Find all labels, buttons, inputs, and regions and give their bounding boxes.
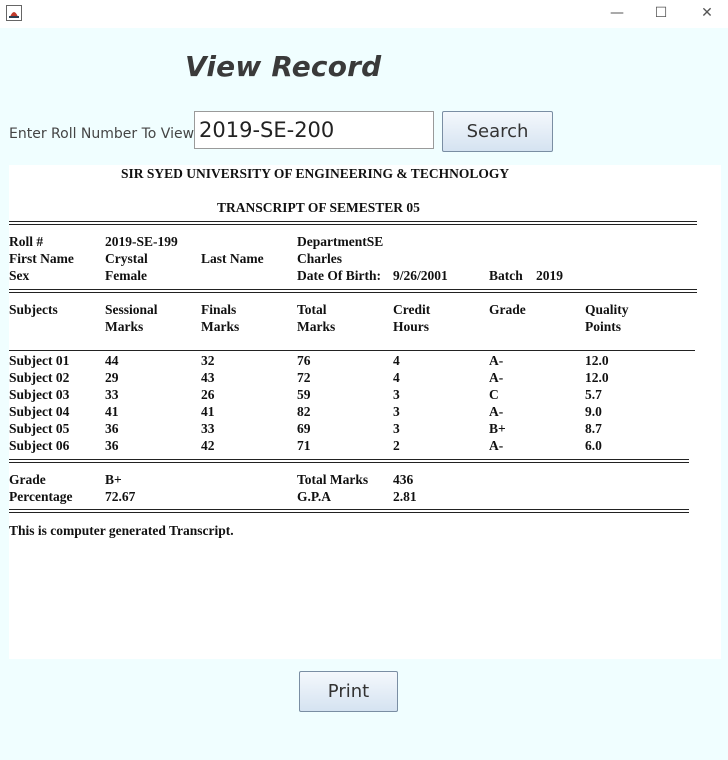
column-header: Quality	[585, 302, 629, 317]
subject-name: Subject 05	[9, 421, 70, 436]
roll-value: 2019-SE-199	[105, 234, 178, 249]
batch-label: Batch	[489, 268, 523, 283]
first-name-value: Crystal	[105, 251, 148, 266]
subject-name: Subject 03	[9, 387, 70, 402]
column-header: Grade	[489, 302, 526, 317]
table-cell: 5.7	[585, 387, 602, 402]
column-header: Total	[297, 302, 327, 317]
last-name-label: Last Name	[201, 251, 264, 266]
column-header: Marks	[201, 319, 240, 334]
table-cell: 3	[393, 387, 400, 402]
title-bar: — ☐ ✕	[0, 0, 728, 28]
divider	[9, 509, 689, 513]
maximize-button[interactable]: ☐	[651, 4, 671, 22]
table-cell: 71	[297, 438, 311, 453]
table-cell: 33	[105, 387, 119, 402]
subject-name: Subject 02	[9, 370, 70, 385]
table-cell: 36	[105, 421, 119, 436]
percentage-value: 72.67	[105, 489, 136, 504]
column-header: Subjects	[9, 302, 58, 317]
table-cell: 3	[393, 404, 400, 419]
column-header: Hours	[393, 319, 430, 334]
table-cell: C	[489, 387, 499, 402]
sex-label: Sex	[9, 268, 30, 283]
batch-value: 2019	[536, 268, 563, 283]
table-cell: 69	[297, 421, 311, 436]
column-header: Marks	[297, 319, 336, 334]
table-cell: A-	[489, 404, 504, 419]
table-cell: 8.7	[585, 421, 602, 436]
close-button[interactable]: ✕	[697, 4, 717, 22]
table-cell: 9.0	[585, 404, 602, 419]
sex-value: Female	[105, 268, 147, 283]
table-cell: 44	[105, 353, 119, 368]
table-cell: 41	[201, 404, 215, 419]
column-header: Credit	[393, 302, 431, 317]
last-name-value: Charles	[297, 251, 342, 266]
table-cell: 72	[297, 370, 311, 385]
table-cell: 76	[297, 353, 311, 368]
table-cell: 6.0	[585, 438, 602, 453]
transcript-panel: SIR SYED UNIVERSITY OF ENGINEERING & TEC…	[9, 165, 721, 659]
column-header: Marks	[105, 319, 144, 334]
roll-number-label: Enter Roll Number To View	[9, 126, 195, 142]
roll-label: Roll #	[9, 234, 44, 249]
total-marks-value: 436	[393, 472, 414, 487]
divider	[9, 221, 697, 225]
roll-number-input[interactable]: 2019-SE-200	[194, 111, 434, 149]
table-cell: 29	[105, 370, 119, 385]
column-header: Points	[585, 319, 622, 334]
page-title: View Record	[185, 50, 382, 83]
transcript-title: TRANSCRIPT OF SEMESTER 05	[217, 200, 420, 215]
table-cell: 4	[393, 353, 400, 368]
minimize-button[interactable]: —	[607, 4, 627, 22]
table-cell: 3	[393, 421, 400, 436]
grade-value: B+	[105, 472, 122, 487]
divider	[9, 289, 697, 293]
table-cell: 42	[201, 438, 215, 453]
table-cell: 4	[393, 370, 400, 385]
subject-name: Subject 06	[9, 438, 70, 453]
table-cell: 59	[297, 387, 311, 402]
table-cell: 12.0	[585, 353, 609, 368]
table-cell: A-	[489, 353, 504, 368]
footer-note: This is computer generated Transcript.	[9, 523, 234, 538]
gpa-value: 2.81	[393, 489, 417, 504]
table-cell: 2	[393, 438, 400, 453]
table-cell: A-	[489, 438, 504, 453]
table-cell: 41	[105, 404, 119, 419]
table-cell: 33	[201, 421, 215, 436]
column-header: Finals	[201, 302, 237, 317]
table-cell: 82	[297, 404, 311, 419]
percentage-label: Percentage	[9, 489, 73, 504]
dob-value: 9/26/2001	[393, 268, 448, 283]
table-cell: 36	[105, 438, 119, 453]
department-value: DepartmentSE	[297, 234, 384, 249]
divider	[9, 459, 689, 463]
subject-name: Subject 04	[9, 404, 70, 419]
table-cell: 12.0	[585, 370, 609, 385]
table-cell: B+	[489, 421, 506, 436]
gpa-label: G.P.A	[297, 489, 332, 504]
table-cell: 32	[201, 353, 215, 368]
university-name: SIR SYED UNIVERSITY OF ENGINEERING & TEC…	[121, 166, 510, 181]
table-cell: A-	[489, 370, 504, 385]
search-button[interactable]: Search	[442, 111, 553, 152]
java-app-icon	[6, 5, 22, 21]
table-cell: 43	[201, 370, 215, 385]
total-marks-label: Total Marks	[297, 472, 369, 487]
table-cell: 26	[201, 387, 215, 402]
subject-name: Subject 01	[9, 353, 70, 368]
column-header: Sessional	[105, 302, 158, 317]
first-name-label: First Name	[9, 251, 74, 266]
print-button[interactable]: Print	[299, 671, 398, 712]
grade-label: Grade	[9, 472, 46, 487]
divider	[9, 350, 695, 351]
dob-label: Date Of Birth:	[297, 268, 381, 283]
